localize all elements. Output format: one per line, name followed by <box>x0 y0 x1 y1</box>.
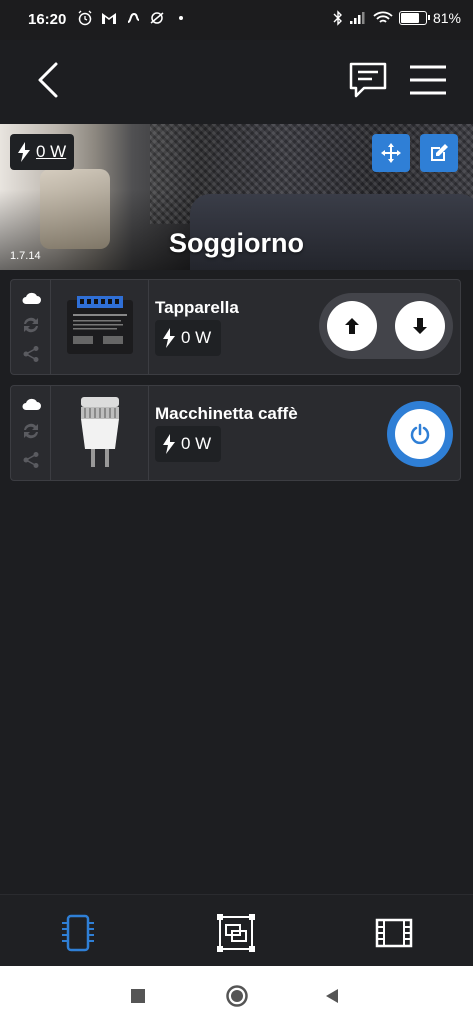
arrow-up-icon <box>345 318 359 334</box>
back-system-button[interactable] <box>324 988 340 1009</box>
back-button[interactable] <box>30 60 70 100</box>
app-bar <box>0 40 473 124</box>
arrow-down-icon <box>413 318 427 334</box>
status-left-icons <box>77 10 183 26</box>
battery-percent: 81% <box>432 10 461 26</box>
bluetooth-icon <box>333 10 342 26</box>
share-icon <box>23 451 38 468</box>
home-button[interactable] <box>225 984 249 1013</box>
menu-icon <box>410 65 446 95</box>
nav-rooms[interactable] <box>214 911 258 955</box>
room-header: 0 W Soggiorno 1.7.14 <box>0 124 473 270</box>
power-icon <box>410 423 430 445</box>
bolt-icon <box>18 142 30 162</box>
cloud-icon <box>22 399 41 411</box>
system-nav <box>0 966 473 1024</box>
triangle-back-icon <box>326 989 338 1003</box>
recents-button[interactable] <box>130 988 146 1009</box>
power-toggle-inner <box>395 409 445 459</box>
room-power-value: 0 W <box>36 142 67 161</box>
rooms-icon <box>217 914 255 952</box>
room-power-badge[interactable]: 0 W <box>10 134 75 170</box>
shutter-up-button[interactable] <box>327 301 377 351</box>
bolt-icon <box>163 434 175 454</box>
circle-icon <box>226 985 248 1007</box>
plug-device-image <box>52 386 149 480</box>
shutter-down-button[interactable] <box>395 301 445 351</box>
bottom-nav <box>0 894 473 967</box>
move-icon <box>381 143 401 163</box>
square-icon <box>131 989 145 1003</box>
nav-scenes[interactable] <box>372 911 416 955</box>
device-power-value: 0 W <box>181 328 212 347</box>
alarm-icon <box>78 10 92 26</box>
cloud-icon <box>22 293 41 305</box>
status-right: 81% <box>333 10 461 26</box>
move-button[interactable] <box>372 134 410 172</box>
power-toggle-button[interactable] <box>387 401 453 467</box>
shutter-controls <box>319 293 453 359</box>
device-power-badge: 0 W <box>155 320 222 356</box>
nav-devices[interactable] <box>56 911 100 955</box>
shutter-device-image <box>52 280 149 374</box>
battery-icon <box>398 11 430 25</box>
signal-icon <box>349 12 365 24</box>
status-bar: 16:20 81% <box>0 0 473 40</box>
share-icon <box>23 345 38 362</box>
dot-icon <box>179 16 183 20</box>
device-power-value: 0 W <box>181 434 212 453</box>
chevron-left-icon <box>38 62 58 98</box>
device-status-icons <box>11 280 51 374</box>
notification-icon <box>127 12 140 23</box>
device-card-tapparella[interactable]: Tapparella 0 W <box>10 279 461 375</box>
status-time: 16:20 <box>28 11 67 28</box>
crossed-icon <box>150 12 164 24</box>
message-icon <box>349 62 387 98</box>
edit-button[interactable] <box>420 134 458 172</box>
messages-button[interactable] <box>346 58 390 102</box>
sync-icon <box>23 423 38 439</box>
device-card-macchinetta-caffe[interactable]: Macchinetta caffè 0 W <box>10 385 461 481</box>
device-name: Tapparella <box>155 298 239 317</box>
devices-icon <box>62 914 94 952</box>
gmail-icon <box>102 13 116 24</box>
device-name: Macchinetta caffè <box>155 404 298 423</box>
bolt-icon <box>163 328 175 348</box>
sync-icon <box>23 317 38 333</box>
scenes-icon <box>375 918 413 948</box>
menu-button[interactable] <box>408 60 448 100</box>
device-status-icons <box>11 386 51 480</box>
device-power-badge: 0 W <box>155 426 222 462</box>
wifi-icon <box>373 11 393 23</box>
room-title: Soggiorno <box>169 228 304 258</box>
edit-icon <box>431 144 448 161</box>
app-version: 1.7.14 <box>10 250 41 262</box>
